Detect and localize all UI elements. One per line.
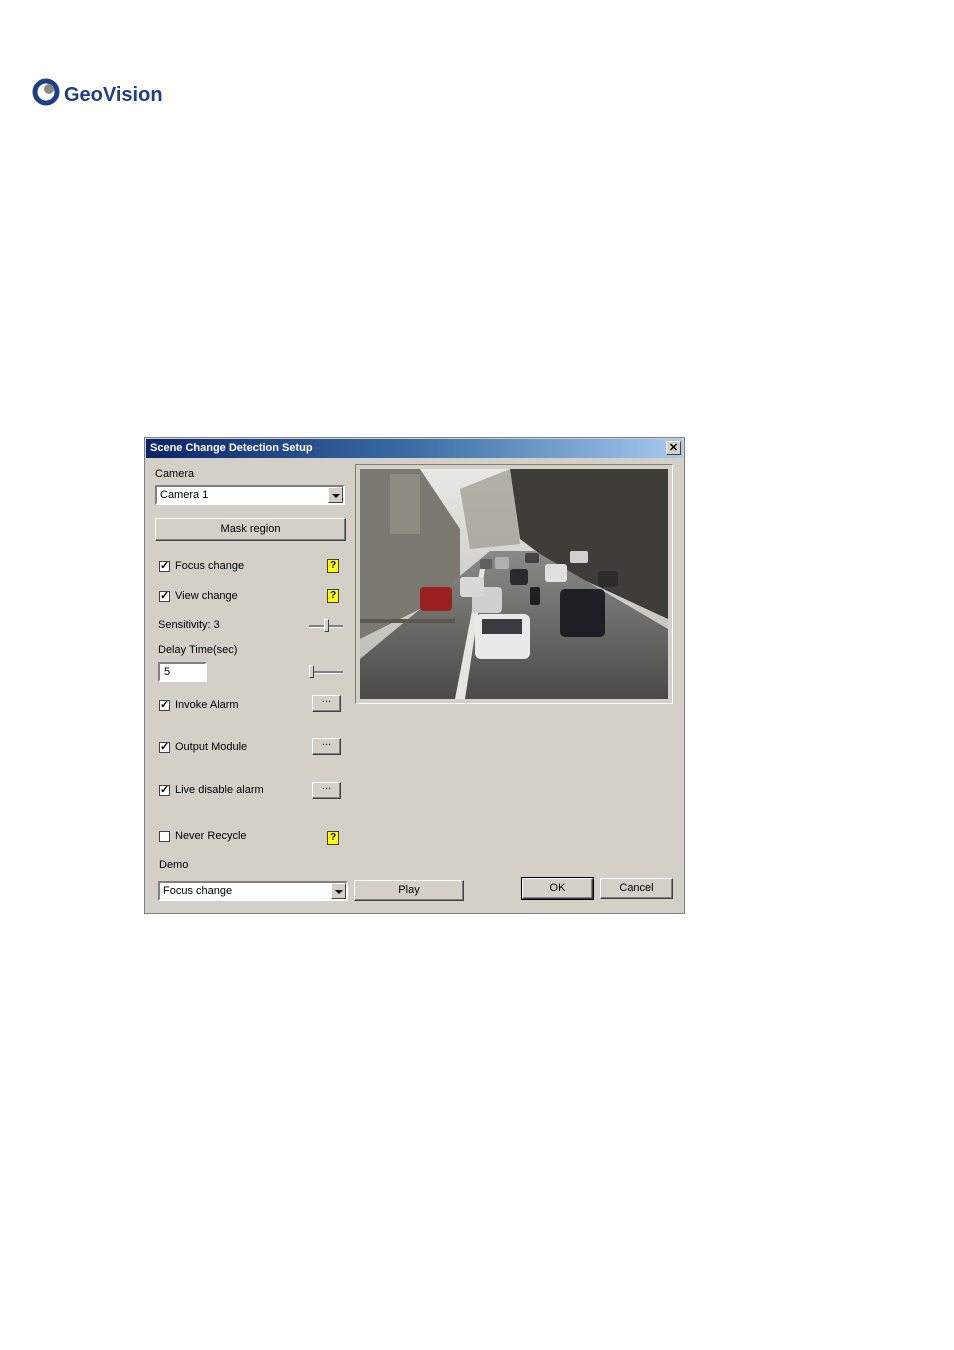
sensitivity-slider-thumb[interactable] — [324, 619, 329, 632]
play-button[interactable]: Play — [354, 880, 464, 901]
demo-select-value: Focus change — [163, 885, 233, 897]
invoke-alarm-settings-button[interactable]: ... — [312, 693, 341, 712]
delay-time-slider[interactable] — [309, 665, 343, 679]
view-change-help-icon[interactable]: ? — [327, 589, 339, 603]
mask-region-button-label: Mask region — [220, 523, 281, 535]
demo-select[interactable]: Focus change — [158, 881, 348, 901]
camera-select[interactable]: Camera 1 — [155, 485, 345, 505]
sensitivity-slider[interactable] — [309, 619, 343, 633]
live-disable-alarm-settings-button[interactable]: ... — [312, 780, 341, 799]
delay-time-input[interactable]: 5 — [158, 662, 207, 682]
camera-preview-frame — [355, 464, 673, 704]
mask-region-button[interactable]: Mask region — [155, 518, 346, 541]
sensitivity-label: Sensitivity: 3 — [158, 619, 220, 631]
live-disable-alarm-label: Live disable alarm — [175, 784, 264, 796]
output-module-checkbox[interactable] — [159, 740, 170, 753]
camera-select-value: Camera 1 — [160, 489, 209, 501]
delay-time-value: 5 — [164, 666, 171, 678]
never-recycle-label: Never Recycle — [175, 830, 247, 842]
delay-time-slider-thumb[interactable] — [309, 665, 314, 678]
dialog-title: Scene Change Detection Setup — [150, 442, 313, 454]
never-recycle-help-icon[interactable]: ? — [327, 831, 339, 845]
invoke-alarm-label: Invoke Alarm — [175, 699, 239, 711]
close-button[interactable]: ✕ — [666, 441, 681, 455]
brand-name: GeoVision — [64, 84, 163, 106]
camera-label: Camera — [155, 468, 195, 480]
demo-label: Demo — [159, 859, 189, 871]
close-icon: ✕ — [668, 442, 679, 454]
focus-change-help-icon[interactable]: ? — [327, 559, 339, 573]
output-module-settings-button[interactable]: ... — [312, 736, 341, 755]
cancel-button[interactable]: Cancel — [600, 878, 673, 899]
title-bar: Scene Change Detection Setup ✕ — [146, 439, 683, 458]
view-change-checkbox[interactable] — [159, 589, 170, 602]
invoke-alarm-checkbox[interactable] — [159, 698, 170, 711]
view-change-label: View change — [175, 590, 238, 602]
output-module-label: Output Module — [175, 741, 248, 753]
chevron-down-icon[interactable] — [328, 487, 343, 503]
focus-change-checkbox[interactable] — [159, 559, 170, 572]
ok-button[interactable]: OK — [521, 877, 594, 900]
focus-change-label: Focus change — [175, 560, 245, 572]
never-recycle-checkbox[interactable] — [159, 831, 170, 842]
geovision-logo: GeoVision — [32, 74, 172, 110]
chevron-down-icon[interactable] — [331, 883, 346, 899]
scene-change-detection-dialog: Scene Change Detection Setup ✕ Camera Ca… — [144, 437, 685, 914]
camera-preview-image — [360, 469, 668, 699]
live-disable-alarm-checkbox[interactable] — [159, 783, 170, 796]
delay-time-label: Delay Time(sec) — [158, 644, 238, 656]
